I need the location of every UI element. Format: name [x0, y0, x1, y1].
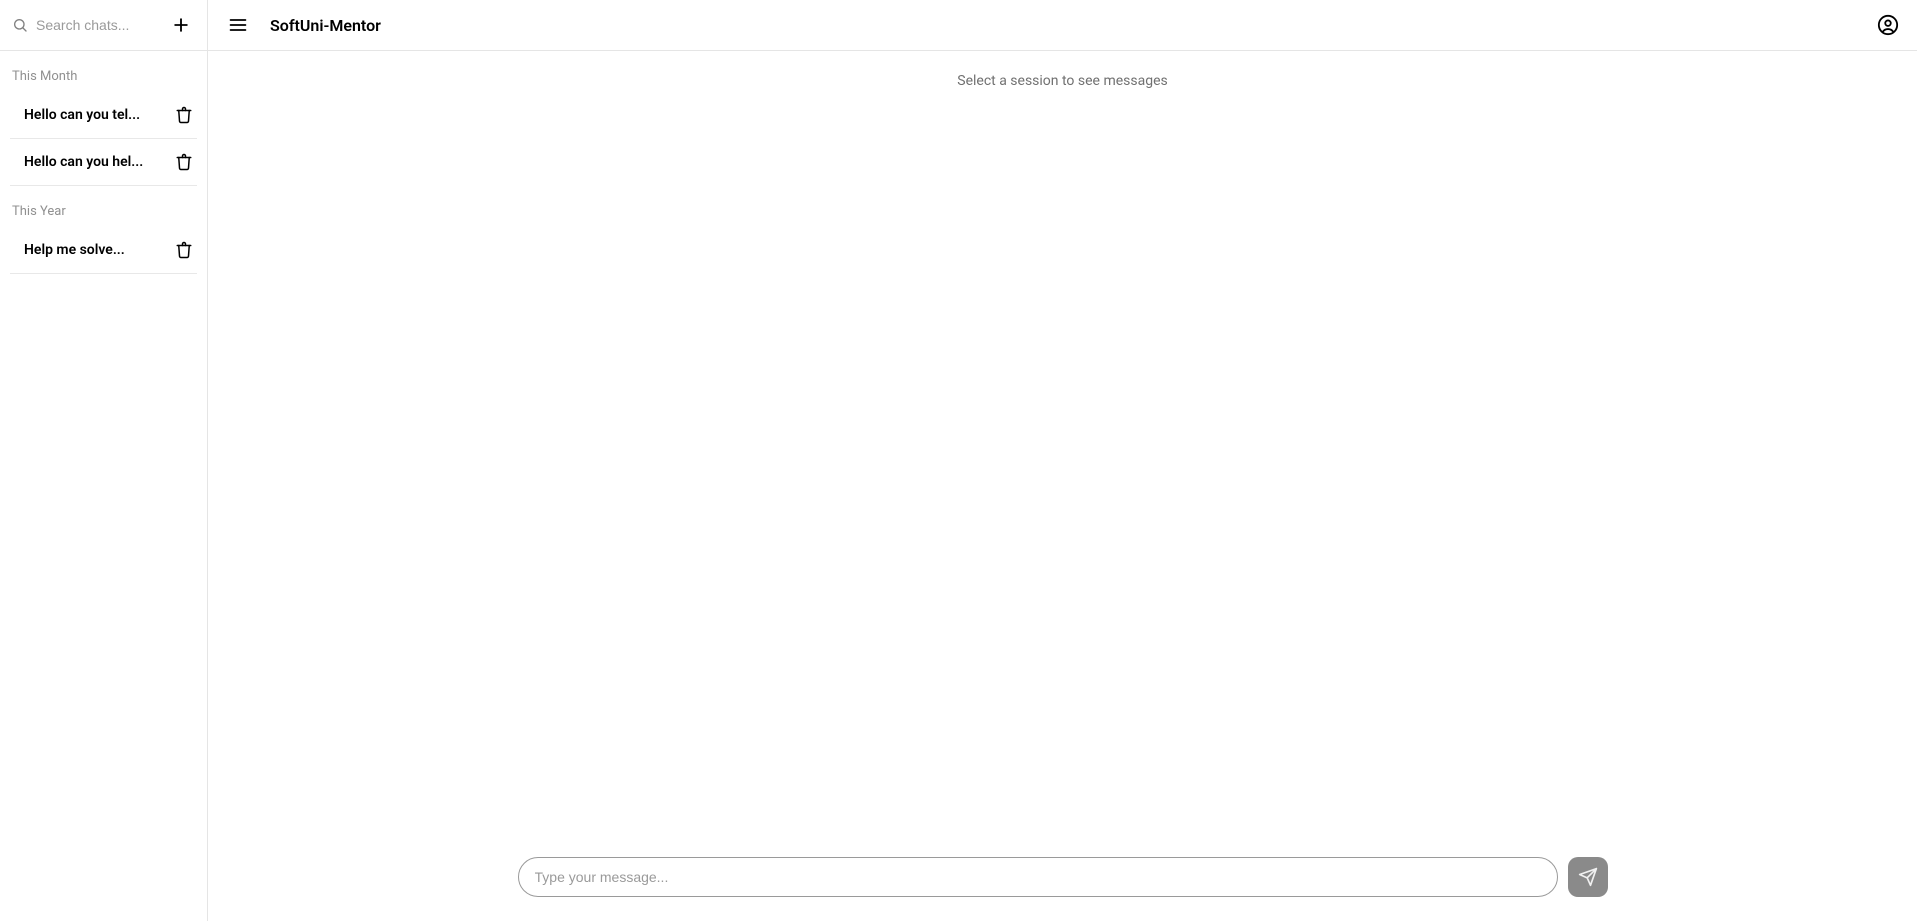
search-input[interactable]	[36, 17, 159, 33]
chat-item-title: Hello can you hel...	[24, 154, 143, 170]
composer	[208, 845, 1917, 921]
user-menu-button[interactable]	[1877, 14, 1899, 36]
message-input[interactable]	[518, 857, 1558, 897]
send-icon	[1578, 867, 1598, 887]
main-header: SoftUni-Mentor	[208, 0, 1917, 51]
chat-item-title: Hello can you tel...	[24, 107, 140, 123]
empty-state-message: Select a session to see messages	[957, 73, 1167, 89]
chat-item[interactable]: Hello can you tel...	[10, 92, 197, 139]
user-circle-icon	[1877, 14, 1899, 36]
sidebar-content: This Month Hello can you tel... Hello ca…	[0, 51, 207, 284]
delete-chat-button[interactable]	[173, 239, 195, 261]
sidebar: This Month Hello can you tel... Hello ca…	[0, 0, 208, 921]
menu-button[interactable]	[226, 13, 250, 37]
app-title: SoftUni-Mentor	[270, 16, 381, 35]
section-label: This Year	[10, 186, 197, 227]
header-left: SoftUni-Mentor	[226, 13, 381, 37]
trash-icon	[175, 106, 193, 124]
send-button[interactable]	[1568, 857, 1608, 897]
trash-icon	[175, 241, 193, 259]
new-chat-button[interactable]	[167, 11, 195, 39]
menu-icon	[228, 15, 248, 35]
chat-item-title: Help me solve...	[24, 242, 125, 258]
section-label: This Month	[10, 61, 197, 92]
delete-chat-button[interactable]	[173, 151, 195, 173]
delete-chat-button[interactable]	[173, 104, 195, 126]
plus-icon	[171, 15, 191, 35]
sidebar-header	[0, 0, 207, 51]
main-body: Select a session to see messages	[208, 51, 1917, 845]
trash-icon	[175, 153, 193, 171]
chat-item[interactable]: Help me solve...	[10, 227, 197, 274]
main-area: SoftUni-Mentor Select a session to see m…	[208, 0, 1917, 921]
chat-item[interactable]: Hello can you hel...	[10, 139, 197, 186]
search-icon	[12, 17, 28, 33]
